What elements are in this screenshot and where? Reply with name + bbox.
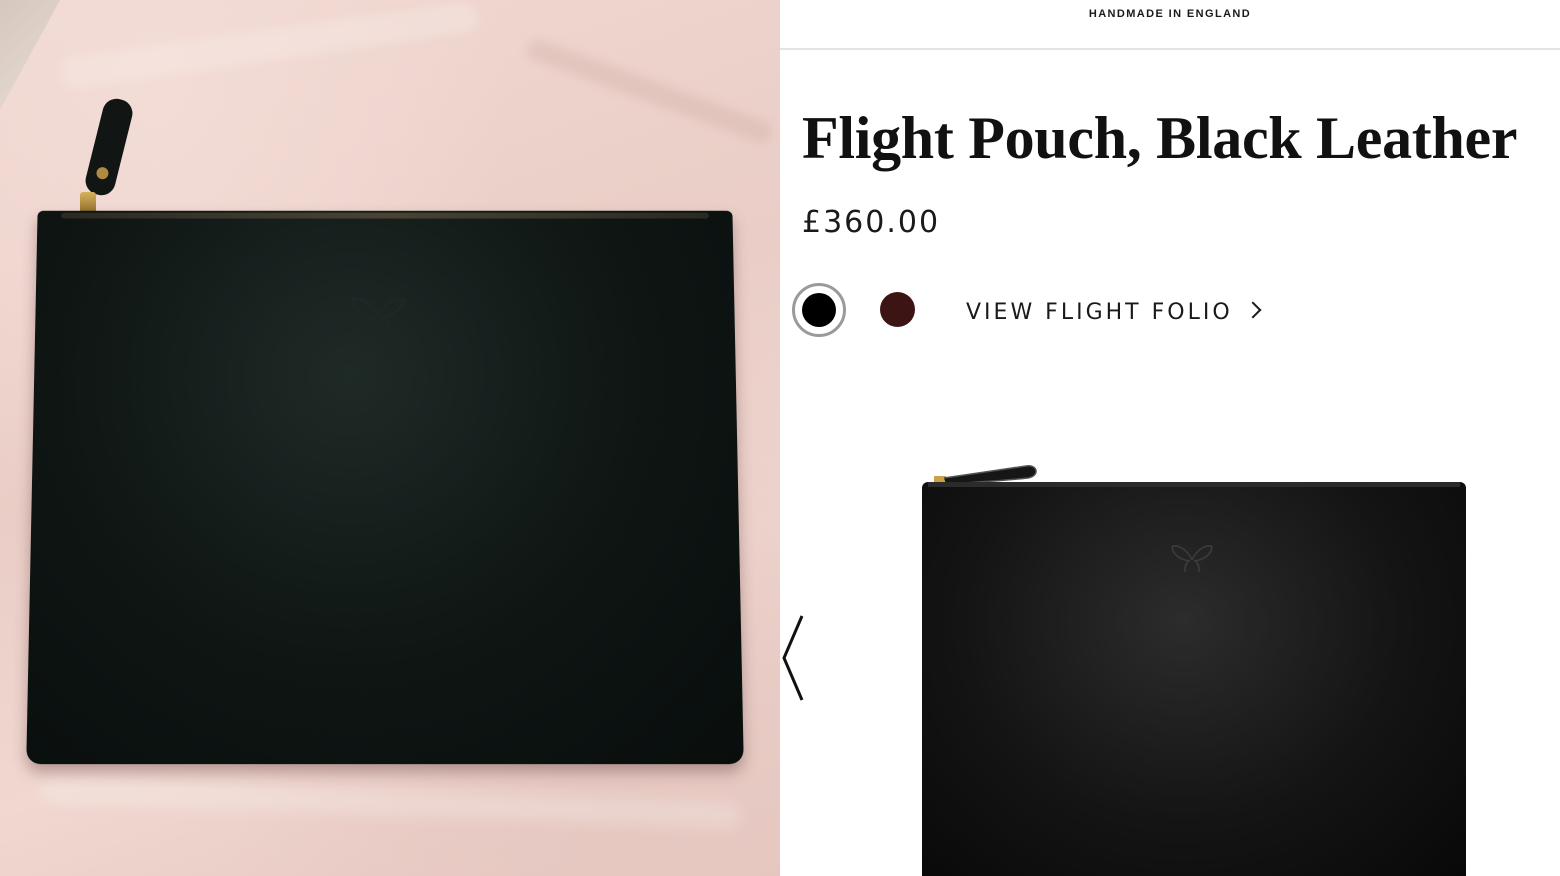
customer-photo [0, 0, 780, 876]
leather-pouch-product [922, 482, 1466, 876]
product-price: £360.00 [802, 205, 940, 240]
swatch-black-dot [802, 293, 836, 327]
product-title: Flight Pouch, Black Leather [802, 104, 1517, 173]
view-flight-folio-link[interactable]: VIEW FLIGHT FOLIO [966, 300, 1259, 325]
leather-pouch-photo [26, 211, 744, 764]
sheet-fold [524, 36, 776, 146]
swatch-brown[interactable] [880, 292, 915, 327]
chevron-right-icon [1244, 302, 1261, 319]
zipper [928, 482, 1460, 487]
butterfly-icon [350, 294, 406, 333]
top-banner: HANDMADE IN ENGLAND [780, 0, 1560, 50]
banner-text: HANDMADE IN ENGLAND [1089, 8, 1251, 20]
zip-pull-tab [83, 96, 136, 198]
photo-background-box [0, 0, 60, 110]
chevron-left-icon[interactable] [782, 612, 822, 704]
sheet-fold [40, 778, 740, 828]
product-page: HANDMADE IN ENGLAND Flight Pouch, Black … [780, 0, 1560, 876]
butterfly-icon [1170, 542, 1214, 574]
view-link-label: VIEW FLIGHT FOLIO [966, 300, 1233, 325]
sheet-fold [60, 1, 480, 89]
zipper [61, 213, 709, 219]
swatch-black[interactable] [792, 283, 846, 337]
product-image [920, 458, 1468, 876]
